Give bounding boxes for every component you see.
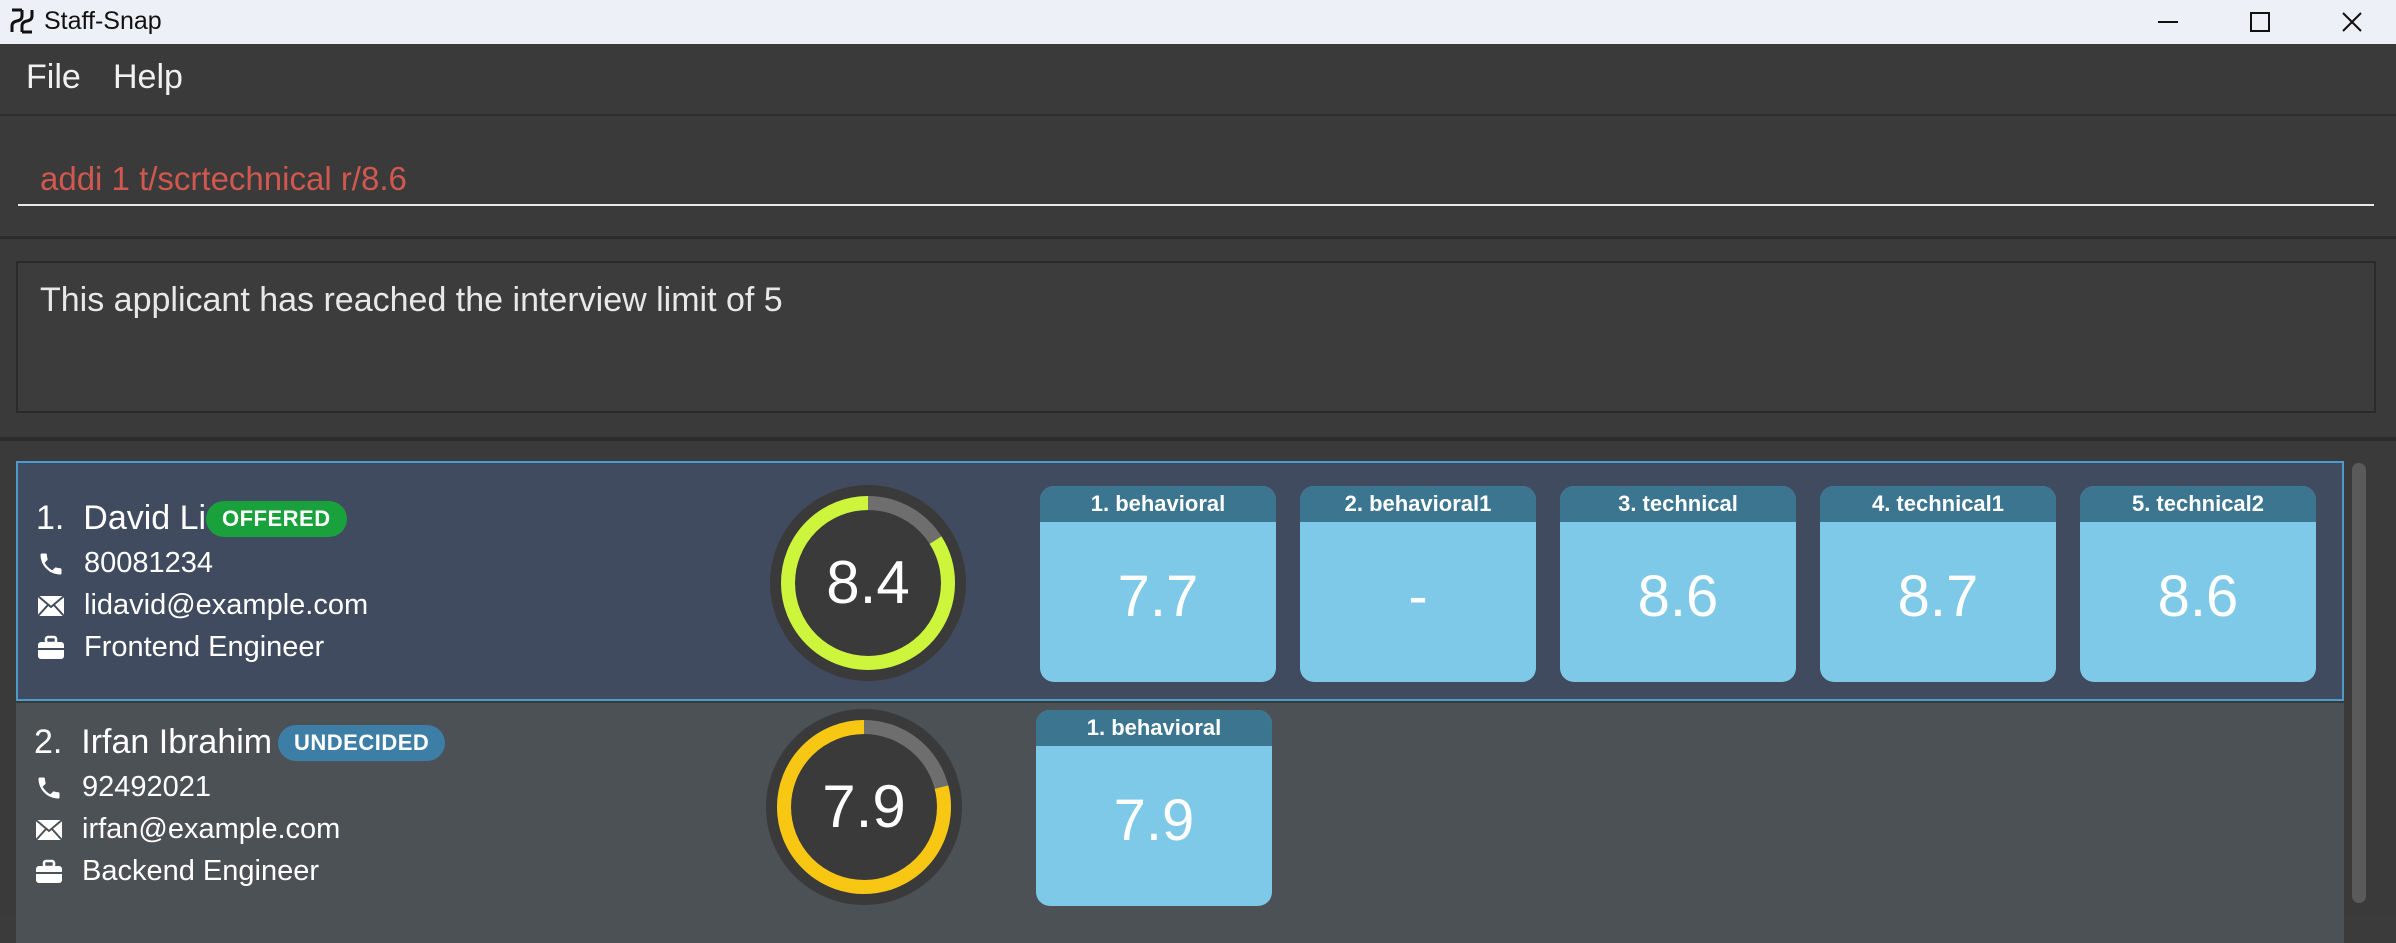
- phone-icon: [34, 773, 64, 803]
- interview-label: 2. behavioral1: [1300, 486, 1536, 522]
- applicant-card[interactable]: 2. Irfan Ibrahim UNDECIDED 92492021 irfa…: [16, 703, 2344, 943]
- applicant-index: 1.: [36, 499, 65, 537]
- briefcase-icon: [36, 633, 66, 663]
- close-icon: [2342, 12, 2362, 32]
- applicant-card[interactable]: 1. David Li OFFERED 80081234 lidavid@exa…: [16, 461, 2344, 701]
- interview-card: 3. technical 8.6: [1560, 486, 1796, 682]
- interview-card: 1. behavioral 7.9: [1036, 710, 1272, 906]
- minimize-icon: [2158, 21, 2178, 23]
- maximize-button[interactable]: [2214, 0, 2306, 44]
- rating-gauge: 8.4: [768, 483, 968, 683]
- status-badge: OFFERED: [206, 501, 347, 537]
- list-scrollbar[interactable]: [2350, 461, 2370, 914]
- email-row: lidavid@example.com: [36, 589, 368, 622]
- title-bar: Staff-Snap: [0, 0, 2396, 44]
- interview-label: 5. technical2: [2080, 486, 2316, 522]
- email-address: lidavid@example.com: [84, 589, 369, 621]
- menu-file[interactable]: File: [26, 58, 81, 97]
- interview-card: 1. behavioral 7.7: [1040, 486, 1276, 682]
- rating-value: 7.9: [822, 773, 906, 840]
- envelope-icon: [36, 591, 66, 621]
- job-position: Backend Engineer: [82, 855, 319, 887]
- email-address: irfan@example.com: [82, 813, 341, 845]
- applicant-index: 2.: [34, 723, 63, 761]
- interview-score: 7.9: [1113, 788, 1195, 853]
- scrollbar-thumb[interactable]: [2352, 463, 2366, 903]
- menu-bar: File Help: [0, 44, 2396, 116]
- phone-row: 92492021: [34, 771, 211, 804]
- result-box: This applicant has reached the interview…: [16, 261, 2376, 413]
- briefcase-icon: [34, 857, 64, 887]
- status-badge: UNDECIDED: [278, 725, 446, 761]
- job-position: Frontend Engineer: [84, 631, 325, 663]
- position-row: Backend Engineer: [34, 855, 319, 888]
- rating-gauge: 7.9: [764, 707, 964, 907]
- minimize-button[interactable]: [2122, 0, 2214, 44]
- interview-score: 8.6: [2157, 564, 2239, 629]
- applicant-name: Irfan Ibrahim: [81, 723, 273, 761]
- interview-label: 4. technical1: [1820, 486, 2056, 522]
- result-message: This applicant has reached the interview…: [40, 281, 783, 319]
- interview-card: 2. behavioral1 -: [1300, 486, 1536, 682]
- interview-score: 8.7: [1897, 564, 1979, 629]
- window-title: Staff-Snap: [44, 7, 162, 35]
- phone-number: 80081234: [84, 547, 214, 579]
- position-row: Frontend Engineer: [36, 631, 324, 664]
- interview-score: 8.6: [1637, 564, 1719, 629]
- rating-value: 8.4: [826, 549, 910, 616]
- app-logo-icon: [10, 8, 34, 34]
- command-input[interactable]: [18, 154, 2374, 206]
- interview-card: 5. technical2 8.6: [2080, 486, 2316, 682]
- applicant-header: 1. David Li: [36, 499, 206, 538]
- command-box: [0, 116, 2396, 239]
- applicant-list: 1. David Li OFFERED 80081234 lidavid@exa…: [0, 441, 2396, 943]
- maximize-icon: [2250, 12, 2270, 32]
- result-display: This applicant has reached the interview…: [0, 239, 2396, 441]
- interview-label: 1. behavioral: [1040, 486, 1276, 522]
- email-row: irfan@example.com: [34, 813, 340, 846]
- phone-row: 80081234: [36, 547, 213, 580]
- interview-score: -: [1408, 564, 1428, 629]
- applicant-name: David Li: [83, 499, 207, 537]
- close-button[interactable]: [2306, 0, 2396, 44]
- interview-label: 3. technical: [1560, 486, 1796, 522]
- applicant-header: 2. Irfan Ibrahim: [34, 723, 272, 762]
- interview-score: 7.7: [1117, 564, 1199, 629]
- phone-icon: [36, 549, 66, 579]
- interview-label: 1. behavioral: [1036, 710, 1272, 746]
- interview-card: 4. technical1 8.7: [1820, 486, 2056, 682]
- envelope-icon: [34, 815, 64, 845]
- phone-number: 92492021: [82, 771, 212, 803]
- menu-help[interactable]: Help: [113, 58, 183, 97]
